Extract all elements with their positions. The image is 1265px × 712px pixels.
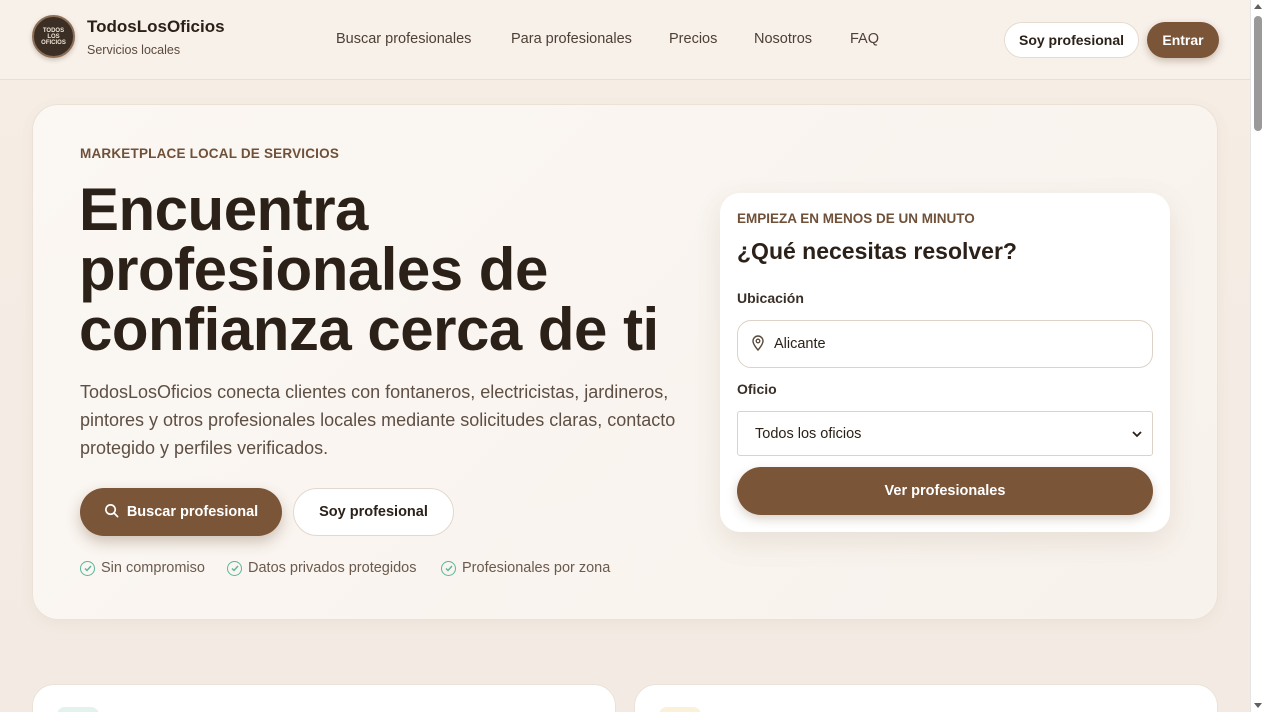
- brand-tagline: Servicios locales: [87, 43, 181, 57]
- location-pin-icon: [751, 335, 765, 355]
- site-header: TODOS LOS OFICIOS TodosLosOficios Servic…: [0, 0, 1250, 80]
- location-input[interactable]: Alicante: [737, 320, 1153, 368]
- feature-item: Sin compromiso: [80, 560, 205, 576]
- hero-pro-button[interactable]: Soy profesional: [293, 488, 454, 536]
- nav-buscar-profesionales[interactable]: Buscar profesionales: [336, 31, 471, 47]
- search-card-title: ¿Qué necesitas resolver?: [737, 238, 1017, 264]
- page-scrollbar[interactable]: [1250, 0, 1265, 712]
- hero-description: TodosLosOficios conecta clientes con fon…: [80, 382, 676, 458]
- scroll-up-icon[interactable]: [1254, 4, 1262, 9]
- check-circle-icon: [80, 560, 95, 576]
- chevron-down-icon: [1132, 426, 1142, 442]
- feature-label: Profesionales por zona: [462, 560, 611, 576]
- brand-name[interactable]: TodosLosOficios: [87, 17, 225, 37]
- location-value: Alicante: [774, 336, 826, 352]
- scroll-down-icon[interactable]: [1254, 703, 1262, 708]
- brand-logo[interactable]: TODOS LOS OFICIOS: [32, 15, 75, 58]
- search-card-eyebrow: EMPIEZA EN MENOS DE UN MINUTO: [737, 211, 975, 226]
- location-label: Ubicación: [737, 290, 804, 306]
- feature-label: Datos privados protegidos: [248, 560, 417, 576]
- feature-card-icon: [659, 707, 701, 712]
- feature-item: Profesionales por zona: [441, 560, 610, 576]
- nav-para-profesionales[interactable]: Para profesionales: [511, 31, 632, 47]
- search-icon: [104, 503, 119, 522]
- feature-item: Datos privados protegidos: [227, 560, 416, 576]
- check-circle-icon: [227, 560, 242, 576]
- search-professional-button[interactable]: Buscar profesional: [80, 488, 282, 536]
- hero-title: Encuentra profesionales de confianza cer…: [79, 176, 659, 363]
- nav-faq[interactable]: FAQ: [850, 31, 879, 47]
- view-professionals-button[interactable]: Ver profesionales: [737, 467, 1153, 515]
- nav-nosotros[interactable]: Nosotros: [754, 31, 812, 47]
- feature-label: Sin compromiso: [101, 560, 205, 576]
- header-pro-button[interactable]: Soy profesional: [1004, 22, 1139, 58]
- trade-selected-value: Todos los oficios: [755, 425, 862, 442]
- feature-card: [634, 684, 1218, 712]
- feature-card: [32, 684, 616, 712]
- nav-precios[interactable]: Precios: [669, 31, 717, 47]
- feature-card-icon: [57, 707, 99, 712]
- hero-eyebrow: MARKETPLACE LOCAL DE SERVICIOS: [80, 146, 340, 161]
- scroll-thumb[interactable]: [1254, 16, 1262, 131]
- check-circle-icon: [441, 560, 456, 576]
- login-button[interactable]: Entrar: [1147, 22, 1219, 58]
- trade-label: Oficio: [737, 381, 777, 397]
- trade-select[interactable]: Todos los oficios: [737, 411, 1153, 456]
- logo-text: TODOS LOS OFICIOS: [41, 27, 66, 46]
- search-professional-label: Buscar profesional: [126, 504, 259, 520]
